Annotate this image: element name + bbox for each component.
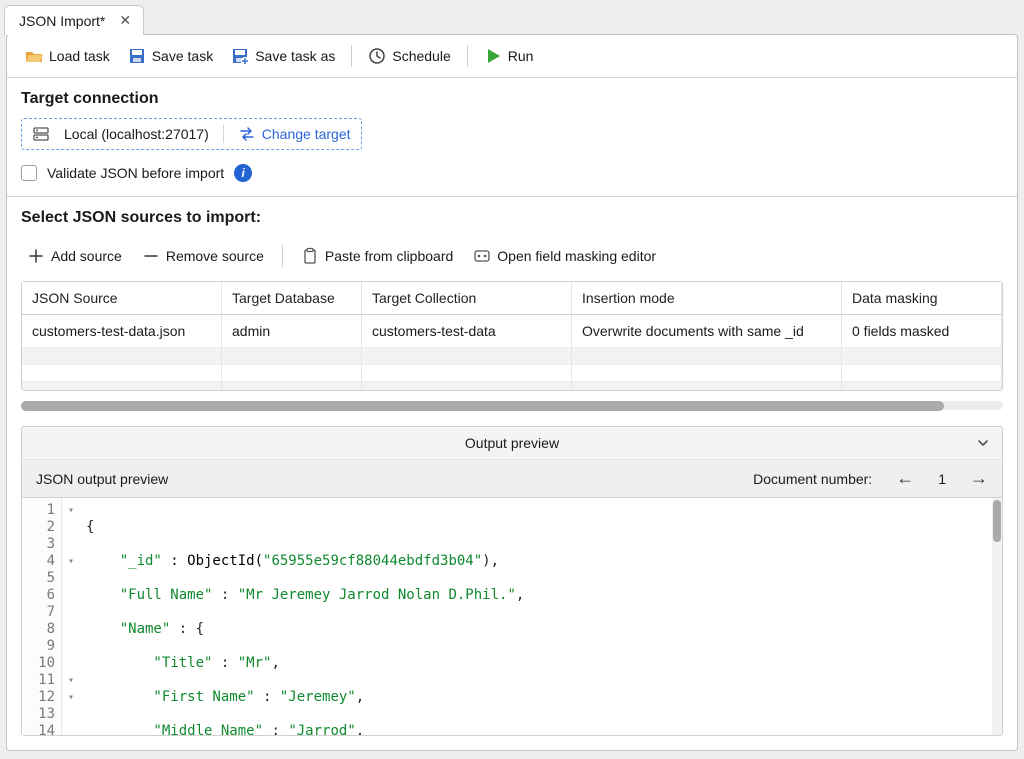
mask-icon <box>473 247 491 265</box>
toolbar-separator <box>282 245 283 267</box>
remove-source-label: Remove source <box>166 248 264 264</box>
main-panel: Load task Save task Save task as Schedul <box>6 34 1018 751</box>
server-icon <box>32 125 50 143</box>
table-body: customers-test-data.json admin customers… <box>22 315 1002 391</box>
swap-icon <box>238 125 256 143</box>
table-row[interactable] <box>22 382 1002 391</box>
cell-source: customers-test-data.json <box>22 315 222 347</box>
save-task-as-button[interactable]: Save task as <box>225 43 341 69</box>
paste-clipboard-label: Paste from clipboard <box>325 248 453 264</box>
change-target-label: Change target <box>262 126 351 142</box>
load-task-label: Load task <box>49 48 110 64</box>
tabstrip: JSON Import* ✕ <box>0 0 1024 34</box>
play-icon <box>484 47 502 65</box>
code-content: { "_id" : ObjectId("65955e59cf88044ebdfd… <box>80 498 992 735</box>
chevron-down-icon <box>976 436 990 450</box>
minus-icon <box>142 247 160 265</box>
run-button[interactable]: Run <box>478 43 540 69</box>
validate-label: Validate JSON before import <box>47 165 224 181</box>
validate-checkbox[interactable] <box>21 165 37 181</box>
json-output-preview-label: JSON output preview <box>36 471 168 487</box>
change-target-button[interactable]: Change target <box>238 125 351 143</box>
close-icon[interactable]: ✕ <box>115 12 135 29</box>
field-masking-label: Open field masking editor <box>497 248 656 264</box>
col-insertion-mode[interactable]: Insertion mode <box>572 282 842 314</box>
validate-row: Validate JSON before import i <box>7 160 1017 196</box>
run-label: Run <box>508 48 534 64</box>
sources-toolbar: Add source Remove source Paste from clip… <box>7 233 1017 281</box>
plus-icon <box>27 247 45 265</box>
table-row[interactable] <box>22 365 1002 382</box>
scrollbar-thumb[interactable] <box>21 401 944 411</box>
info-icon[interactable]: i <box>234 164 252 182</box>
col-json-source[interactable]: JSON Source <box>22 282 222 314</box>
document-number-label: Document number: <box>753 471 872 487</box>
save-task-label: Save task <box>152 48 213 64</box>
toolbar-separator <box>467 45 468 67</box>
add-source-label: Add source <box>51 248 122 264</box>
clock-icon <box>368 47 386 65</box>
output-preview-title: Output preview <box>465 435 559 451</box>
line-gutter: 1234567 891011121314 <box>22 498 62 735</box>
floppy-icon <box>128 47 146 65</box>
next-document-button[interactable]: → <box>970 468 988 489</box>
table-row[interactable] <box>22 348 1002 365</box>
folder-open-icon <box>25 47 43 65</box>
tab-label: JSON Import* <box>19 13 105 29</box>
json-import-panel: JSON Import* ✕ Load task Save task <box>0 0 1024 759</box>
paste-clipboard-button[interactable]: Paste from clipboard <box>295 243 459 269</box>
table-header: JSON Source Target Database Target Colle… <box>22 282 1002 315</box>
document-number-value: 1 <box>938 471 946 487</box>
load-task-button[interactable]: Load task <box>19 43 116 69</box>
connection-separator <box>223 125 224 143</box>
horizontal-scrollbar[interactable] <box>21 401 1003 410</box>
floppy-as-icon <box>231 47 249 65</box>
save-task-button[interactable]: Save task <box>122 43 219 69</box>
tab-json-import[interactable]: JSON Import* ✕ <box>4 5 144 35</box>
toolbar: Load task Save task Save task as Schedul <box>7 35 1017 78</box>
cell-database: admin <box>222 315 362 347</box>
cell-mode: Overwrite documents with same _id <box>572 315 842 347</box>
connection-host: Local (localhost:27017) <box>64 126 209 142</box>
vertical-scrollbar[interactable] <box>992 498 1002 735</box>
scrollbar-thumb[interactable] <box>993 500 1001 542</box>
field-masking-button[interactable]: Open field masking editor <box>467 243 662 269</box>
cell-collection: customers-test-data <box>362 315 572 347</box>
add-source-button[interactable]: Add source <box>21 243 128 269</box>
toolbar-separator <box>351 45 352 67</box>
document-navigator: Document number: ← 1 → <box>753 468 988 489</box>
target-connection-title: Target connection <box>7 78 1017 114</box>
col-target-collection[interactable]: Target Collection <box>362 282 572 314</box>
cell-masking: 0 fields masked <box>842 315 1002 347</box>
code-editor[interactable]: 1234567 891011121314 ▾▾ ▾▾ { "_id" : Obj… <box>21 498 1003 736</box>
fold-gutter[interactable]: ▾▾ ▾▾ <box>62 498 80 735</box>
sources-table: JSON Source Target Database Target Colle… <box>21 281 1003 391</box>
schedule-label: Schedule <box>392 48 450 64</box>
target-connection-box: Local (localhost:27017) Change target <box>21 118 362 150</box>
table-row[interactable]: customers-test-data.json admin customers… <box>22 315 1002 348</box>
sources-title: Select JSON sources to import: <box>7 197 1017 233</box>
col-target-database[interactable]: Target Database <box>222 282 362 314</box>
clipboard-icon <box>301 247 319 265</box>
output-preview-subheader: JSON output preview Document number: ← 1… <box>21 459 1003 498</box>
save-task-as-label: Save task as <box>255 48 335 64</box>
col-data-masking[interactable]: Data masking <box>842 282 1002 314</box>
prev-document-button[interactable]: ← <box>896 468 914 489</box>
output-preview-header[interactable]: Output preview <box>21 426 1003 459</box>
schedule-button[interactable]: Schedule <box>362 43 456 69</box>
remove-source-button[interactable]: Remove source <box>136 243 270 269</box>
